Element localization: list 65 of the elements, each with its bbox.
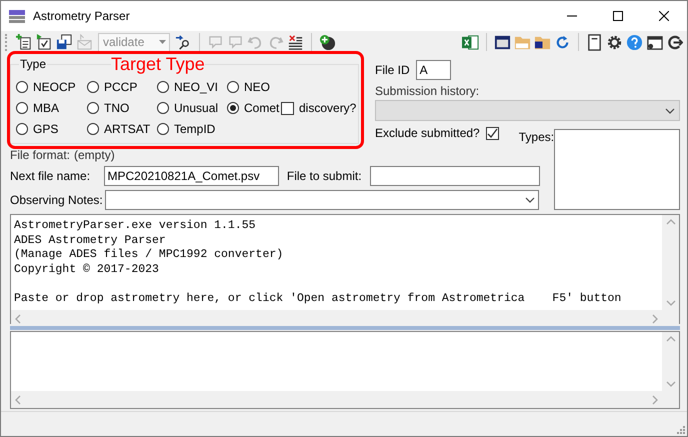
vertical-scrollbar[interactable] — [662, 215, 679, 310]
next-file-name-field[interactable]: MPC20210821A_Comet.psv — [104, 166, 279, 186]
group-legend: Type — [19, 57, 48, 72]
horizontal-scrollbar[interactable] — [11, 391, 662, 408]
radio-option[interactable]: Unusual — [157, 99, 227, 118]
page-icon[interactable] — [586, 34, 603, 51]
radio-option[interactable]: PCCP — [87, 78, 157, 96]
file-format-label: File format: — [10, 148, 70, 162]
window-title: Astrometry Parser — [33, 9, 131, 23]
types-list[interactable] — [554, 129, 680, 210]
scroll-down-icon[interactable] — [666, 299, 676, 308]
close-icon[interactable] — [659, 11, 669, 21]
scroll-up-icon[interactable] — [666, 218, 676, 226]
radio-option[interactable]: NEO — [227, 78, 281, 96]
vertical-scrollbar[interactable] — [662, 332, 679, 392]
settings-icon[interactable] — [606, 34, 623, 51]
radio-option[interactable]: TempID — [157, 120, 227, 138]
checklist-icon[interactable] — [36, 34, 53, 51]
scroll-left-icon[interactable] — [14, 394, 22, 405]
refresh-icon[interactable] — [554, 34, 571, 51]
discovery-checkbox[interactable]: discovery? — [281, 99, 358, 118]
scroll-down-icon[interactable] — [666, 380, 676, 388]
file-id-label: File ID — [375, 63, 410, 78]
output-text-area[interactable] — [10, 331, 680, 410]
resize-grip-icon[interactable] — [675, 424, 685, 434]
radio-option[interactable]: NEO_VI — [157, 78, 227, 96]
monitor-icon[interactable] — [494, 34, 511, 51]
app-logo-icon — [9, 8, 25, 24]
log-text-area[interactable] — [10, 214, 680, 324]
radio-option[interactable]: TNO — [87, 99, 157, 118]
radio-option[interactable]: Comet — [227, 99, 281, 118]
spreadsheet-icon[interactable] — [462, 34, 479, 51]
radio-option[interactable]: GPS — [16, 120, 87, 138]
observing-notes-dropdown[interactable] — [105, 190, 539, 210]
log-line: ADES Astrometry Parser — [14, 234, 167, 248]
exclude-submitted-checkbox[interactable]: Exclude submitted? — [375, 126, 499, 140]
radio-option[interactable]: MBA — [16, 99, 87, 118]
scroll-right-icon[interactable] — [651, 394, 659, 405]
maximize-icon[interactable] — [613, 11, 623, 21]
scroll-right-icon[interactable] — [651, 314, 659, 324]
scroll-left-icon[interactable] — [14, 314, 22, 324]
search-arrow-icon[interactable] — [175, 34, 192, 51]
log-line: Copyright © 2017-2023 — [14, 262, 160, 278]
help-icon[interactable] — [626, 34, 643, 51]
submission-history-label: Submission history: — [375, 84, 480, 98]
window-icon[interactable] — [646, 34, 663, 51]
log-line: AstrometryParser.exe version 1.1.55 — [14, 219, 257, 234]
log-line: (Manage ADES files / MPC1992 converter) — [14, 248, 284, 263]
scroll-up-icon[interactable] — [666, 335, 676, 344]
file-format-value: (empty) — [74, 148, 115, 162]
exit-icon[interactable] — [666, 34, 683, 51]
next-file-name-label: Next file name: — [10, 169, 92, 184]
types-label: Types: — [518, 130, 554, 144]
file-id-field[interactable]: A — [416, 60, 451, 80]
radio-option[interactable]: ARTSAT — [87, 120, 157, 138]
file-to-submit-field[interactable] — [370, 166, 540, 186]
delete-list-icon[interactable] — [287, 34, 304, 51]
observing-notes-label: Observing Notes: — [10, 193, 104, 208]
checkmark-icon — [486, 128, 498, 139]
new-file-icon[interactable] — [16, 34, 33, 51]
file-to-submit-label: File to submit: — [286, 169, 362, 184]
log-line: Paste or drop astrometry here, or click 'Open astrometry from Astrometrica F5' button — [14, 292, 622, 306]
radio-option[interactable]: NEOCP — [16, 78, 87, 96]
save-icon[interactable] — [56, 34, 73, 51]
add-icon[interactable] — [319, 34, 336, 51]
